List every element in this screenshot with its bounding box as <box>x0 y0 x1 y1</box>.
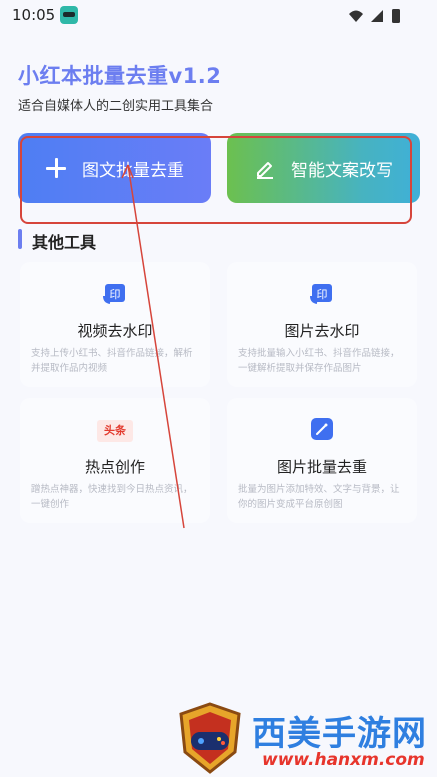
batch-dedupe-label: 图文批量去重 <box>82 160 184 181</box>
tool-description: 批量为图片添加特效、文字与背景，让你的图片变成平台原创图 <box>238 484 400 510</box>
battery-icon <box>392 9 400 23</box>
watermark-url: www.hanxm.com <box>262 750 425 770</box>
tool-name: 图片去水印 <box>284 322 360 340</box>
app-subtitle: 适合自媒体人的二创实用工具集合 <box>18 99 214 114</box>
section-accent-bar <box>18 229 22 249</box>
app-title: 小红本批量去重v1.2 <box>18 64 222 88</box>
tool-card-hot-topic[interactable]: 头条 热点创作 蹭热点神器，快速找到今日热点资讯，一键创作 <box>20 398 210 523</box>
svg-text:印: 印 <box>317 288 328 301</box>
tool-name: 图片批量去重 <box>276 458 367 476</box>
tool-card-image-watermark[interactable]: 印 图片去水印 支持批量输入小红书、抖音作品链接，一键解析提取并保存作品图片 <box>227 262 417 387</box>
site-watermark: 西美手游网 www.hanxm.com <box>170 700 437 777</box>
svg-text:印: 印 <box>110 288 121 301</box>
tool-card-video-watermark[interactable]: 印 视频去水印 支持上传小红书、抖音作品链接，解析并提取作品内视频 <box>20 262 210 387</box>
tool-name: 视频去水印 <box>77 322 153 340</box>
tool-description: 支持上传小红书、抖音作品链接，解析并提取作品内视频 <box>31 348 193 374</box>
toutiao-icon: 头条 <box>97 420 133 442</box>
status-time: 10:05 <box>12 6 56 24</box>
copy-rewrite-label: 智能文案改写 <box>291 160 393 181</box>
annotation-arrow <box>121 164 185 529</box>
gamepad-shield-logo <box>179 702 241 774</box>
plus-icon <box>44 156 68 180</box>
magic-wand-icon <box>311 418 333 440</box>
wifi-icon <box>349 10 363 22</box>
tool-card-image-dedupe[interactable]: 图片批量去重 批量为图片添加特效、文字与背景，让你的图片变成平台原创图 <box>227 398 417 523</box>
watermark-icon: 印 <box>308 278 336 306</box>
edit-pencil-icon <box>253 156 277 180</box>
tool-description: 蹭热点神器，快速找到今日热点资讯，一键创作 <box>31 484 193 510</box>
status-bar: 10:05 <box>0 0 437 32</box>
batch-dedupe-button[interactable]: 图文批量去重 <box>18 133 211 203</box>
tool-name: 热点创作 <box>84 458 145 476</box>
status-indicators <box>347 7 407 25</box>
watermark-title: 西美手游网 <box>252 714 427 754</box>
section-title: 其他工具 <box>32 233 97 252</box>
app-notification-icon <box>60 6 78 24</box>
signal-icon <box>371 10 383 22</box>
tool-description: 支持批量输入小红书、抖音作品链接，一键解析提取并保存作品图片 <box>238 348 400 374</box>
copy-rewrite-button[interactable]: 智能文案改写 <box>227 133 420 203</box>
watermark-icon: 印 <box>101 278 129 306</box>
